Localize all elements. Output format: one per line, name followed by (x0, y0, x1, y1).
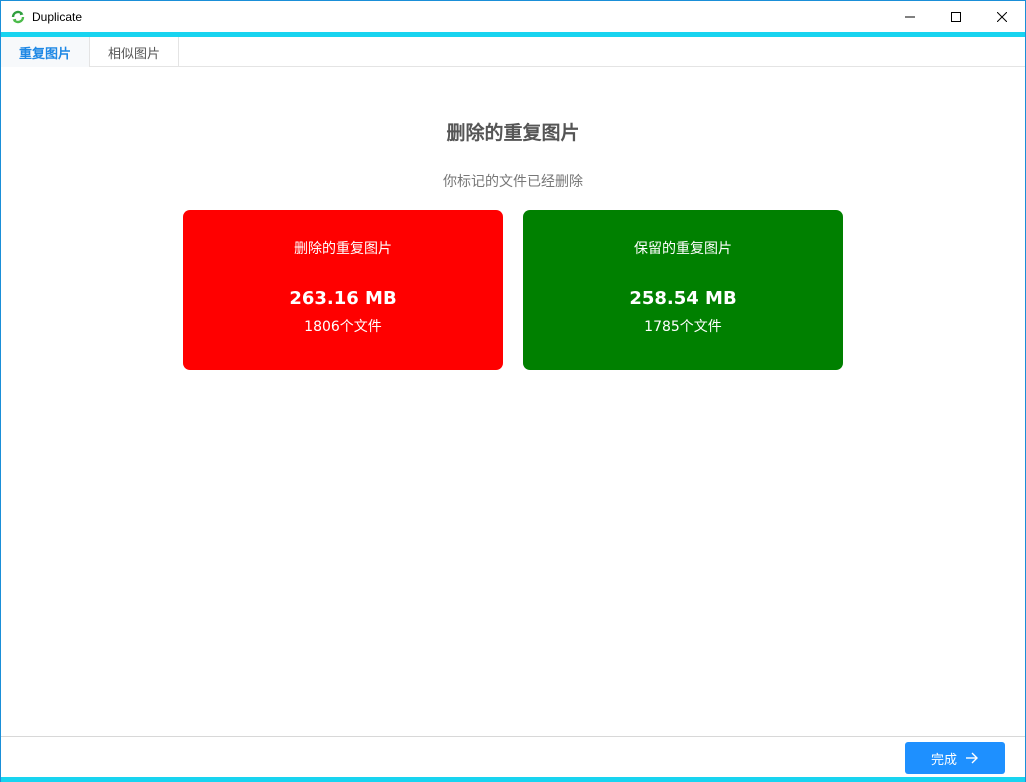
footer-bar: 完成 (1, 736, 1025, 777)
tab-bar: 重复图片 相似图片 (1, 37, 1025, 67)
card-file-count: 1806个文件 (304, 319, 382, 335)
app-window: Duplicate 重复图片 相似图片 删除的重复图片 你标记的文件已经删除 删… (0, 0, 1026, 782)
window-title: Duplicate (32, 9, 83, 24)
tab-similar-images[interactable]: 相似图片 (90, 37, 179, 67)
close-button[interactable] (979, 1, 1025, 32)
window-controls (887, 1, 1025, 32)
done-button-label: 完成 (930, 752, 957, 768)
card-title: 保留的重复图片 (634, 241, 732, 257)
maximize-icon (951, 7, 961, 26)
minimize-icon (905, 7, 915, 26)
card-size: 263.16 MB (289, 288, 397, 309)
arrow-right-icon (965, 752, 979, 764)
page-subtitle: 你标记的文件已经删除 (443, 174, 583, 190)
close-icon (996, 7, 1008, 26)
kept-summary-card: 保留的重复图片 258.54 MB 1785个文件 (523, 210, 843, 370)
app-refresh-icon (10, 9, 26, 25)
deleted-summary-card: 删除的重复图片 263.16 MB 1806个文件 (183, 210, 503, 370)
card-file-count: 1785个文件 (644, 319, 722, 335)
maximize-button[interactable] (933, 1, 979, 32)
tab-duplicate-images[interactable]: 重复图片 (1, 37, 90, 67)
card-size: 258.54 MB (629, 288, 737, 309)
main-content: 删除的重复图片 你标记的文件已经删除 删除的重复图片 263.16 MB 180… (1, 68, 1025, 736)
done-button[interactable]: 完成 (905, 742, 1005, 774)
card-title: 删除的重复图片 (294, 241, 392, 257)
bottom-accent-bar (1, 777, 1025, 782)
page-title: 删除的重复图片 (446, 122, 580, 144)
minimize-button[interactable] (887, 1, 933, 32)
title-bar[interactable]: Duplicate (1, 1, 1025, 32)
